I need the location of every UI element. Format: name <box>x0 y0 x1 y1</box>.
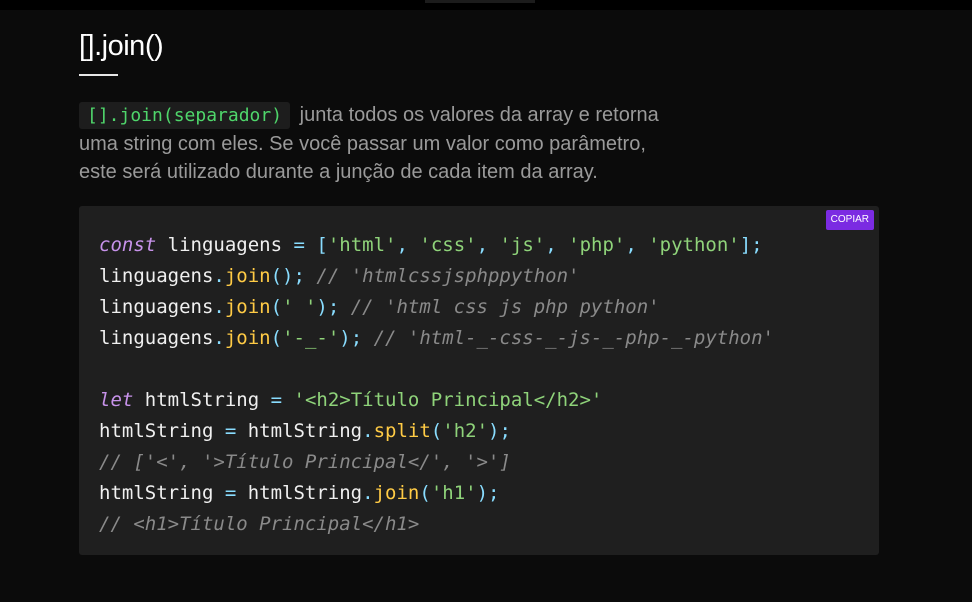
code-lines: const linguagens = ['html', 'css', 'js',… <box>99 230 774 540</box>
code-token: ); <box>316 296 351 318</box>
inline-code: [].join(separador) <box>79 102 291 129</box>
code-token: const <box>99 234 157 256</box>
code-line: htmlString = htmlString.split('h2'); <box>99 416 774 447</box>
intro-text-line1: junta todos os valores da array e retorn… <box>299 104 659 126</box>
code-token: split <box>373 420 431 442</box>
code-token: // ['<', '>Título Principal</', '>'] <box>99 451 511 473</box>
code-token: . <box>362 482 374 504</box>
page-title: [].join() <box>79 30 164 62</box>
code-token: // 'html-_-css-_-js-_-php-_-python' <box>373 327 774 349</box>
code-token: join <box>373 482 420 504</box>
top-strip <box>0 0 972 10</box>
code-line: linguagens.join('-_-'); // 'html-_-css-_… <box>99 323 774 354</box>
code-token: '-_-' <box>282 327 340 349</box>
code-block: COPIAR const linguagens = ['html', 'css'… <box>79 206 879 555</box>
code-token: ); <box>339 327 374 349</box>
code-token: // 'html css js php python' <box>350 296 660 318</box>
code-token: linguagens <box>156 234 294 256</box>
code-token: = <box>293 234 305 256</box>
code-line: // ['<', '>Título Principal</', '>'] <box>99 447 774 478</box>
code-token: htmlString <box>236 482 363 504</box>
code-token: , <box>396 234 420 256</box>
code-token: = <box>270 389 283 411</box>
code-token: 'js' <box>499 234 546 256</box>
code-token: linguagens <box>99 327 214 349</box>
code-token: 'h2' <box>442 420 489 442</box>
code-token: join <box>224 327 271 349</box>
code-token: ' ' <box>282 296 317 318</box>
code-token: = <box>224 420 237 442</box>
code-line: htmlString = htmlString.join('h1'); <box>99 478 774 509</box>
code-token: ( <box>270 296 283 318</box>
code-token: = <box>224 482 237 504</box>
code-token: linguagens <box>99 296 214 318</box>
code-token: . <box>213 265 225 287</box>
code-token: join <box>224 296 271 318</box>
intro-text-line3: este será utilizado durante a junção de … <box>79 161 598 183</box>
code-token: 'php' <box>568 234 626 256</box>
code-line: const linguagens = ['html', 'css', 'js',… <box>99 230 774 261</box>
code-token: . <box>213 327 225 349</box>
code-token: // 'htmlcssjsphppython' <box>316 265 580 287</box>
code-token: ( <box>419 482 431 504</box>
code-token: // <h1>Título Principal</h1> <box>99 513 420 535</box>
code-token: linguagens <box>99 265 214 287</box>
code-token: , <box>545 234 569 256</box>
code-token: , <box>476 234 500 256</box>
intro-paragraph: [].join(separador) junta todos os valore… <box>79 101 779 186</box>
code-line: // <h1>Título Principal</h1> <box>99 509 774 540</box>
code-line: linguagens.join(); // 'htmlcssjsphppytho… <box>99 261 774 292</box>
title-underline <box>79 74 118 76</box>
code-token: ( <box>270 327 283 349</box>
code-token: ); <box>488 420 511 442</box>
code-token: . <box>362 420 374 442</box>
code-token: join <box>224 265 271 287</box>
code-token: 'html' <box>327 234 397 256</box>
code-line: let htmlString = '<h2>Título Principal</… <box>99 385 774 416</box>
code-token: ]; <box>739 234 763 256</box>
code-token: 'python' <box>648 234 740 256</box>
code-token: htmlString <box>99 482 225 504</box>
copy-button[interactable]: COPIAR <box>825 210 874 230</box>
code-token: , <box>625 234 649 256</box>
top-strip-cut-text <box>425 0 535 3</box>
code-token: (); <box>270 265 317 287</box>
intro-text-line2: uma string com eles. Se você passar um v… <box>79 133 646 155</box>
code-token: htmlString <box>236 420 363 442</box>
code-token: ( <box>430 420 443 442</box>
code-token: 'h1' <box>430 482 477 504</box>
code-token: htmlString <box>133 389 271 411</box>
code-line: linguagens.join(' '); // 'html css js ph… <box>99 292 774 323</box>
code-token: . <box>213 296 225 318</box>
code-token: [ <box>316 234 328 256</box>
code-token: htmlString <box>99 420 225 442</box>
code-token: ); <box>476 482 500 504</box>
code-token: 'css' <box>419 234 477 256</box>
code-token: '<h2>Título Principal</h2>' <box>293 389 603 411</box>
code-token: let <box>99 389 134 411</box>
